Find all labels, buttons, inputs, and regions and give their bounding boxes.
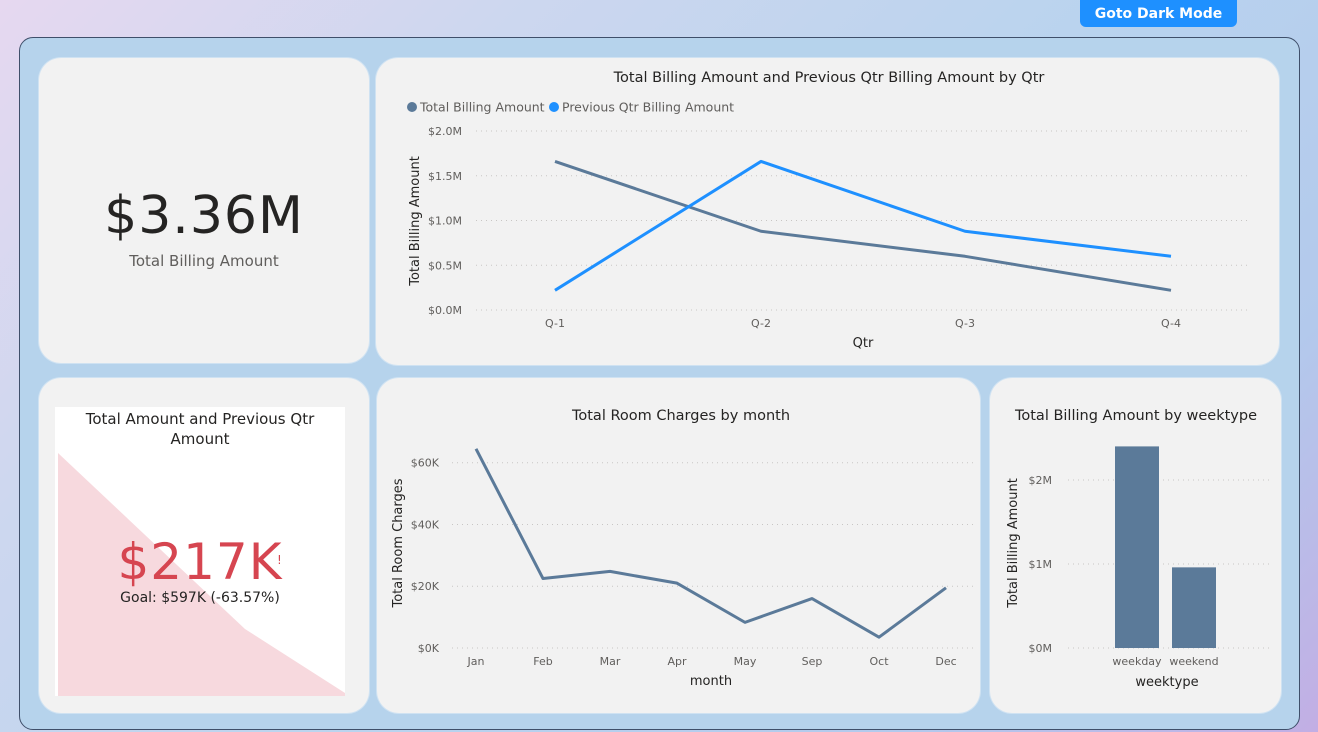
series-line (474, 448, 947, 639)
x-tick-label: Dec (935, 655, 956, 668)
chart-title: Total Room Charges by month (571, 408, 790, 424)
y-tick-label: $0M (1029, 642, 1053, 655)
x-tick-label: Mar (600, 655, 621, 668)
y-axis-title: Total Billing Amount (408, 156, 423, 287)
x-axis-title: month (690, 674, 732, 689)
kpi-goal-card[interactable]: Total Amount and Previous Qtr Amount $21… (39, 378, 369, 713)
y-tick-label: $40K (411, 518, 440, 531)
legend-label: Total Billing Amount (419, 100, 545, 115)
y-tick-label: $60K (411, 457, 440, 470)
y-tick-label: $2.0M (428, 125, 462, 138)
y-tick-label: $2M (1029, 474, 1053, 487)
x-tick-label: May (734, 655, 757, 668)
x-tick-label: Q-2 (751, 317, 771, 330)
bar (1172, 567, 1216, 648)
x-tick-label: Oct (869, 655, 889, 668)
series-line (554, 159, 1172, 292)
dark-mode-button[interactable]: Goto Dark Mode (1080, 0, 1237, 27)
x-tick-label: Apr (667, 655, 687, 668)
billing-by-weektype-card[interactable]: Total Billing Amount by weektype $0M $1M $2… (990, 378, 1281, 713)
kpi-total-card[interactable]: $3.36M Total Billing Amount (39, 58, 369, 363)
billing-by-qtr-card[interactable]: Total Billing Amount and Previous Qtr Bi… (376, 58, 1279, 365)
x-tick-label: Q-1 (545, 317, 565, 330)
kpi-goal-panel: Total Amount and Previous Qtr Amount $21… (55, 407, 345, 696)
legend-marker (549, 102, 559, 112)
y-tick-label: $0K (418, 642, 440, 655)
x-tick-label: Jan (467, 655, 485, 668)
chart-title: Total Billing Amount by weektype (1014, 408, 1257, 424)
billing-by-weektype-chart[interactable]: Total Billing Amount by weektype $0M $1M $2… (990, 378, 1281, 713)
kpi-goal-value: $217K (117, 533, 283, 591)
x-tick-label: Q-4 (1161, 317, 1181, 330)
y-tick-label: $1.0M (428, 215, 462, 228)
kpi-total-label: Total Billing Amount (129, 252, 279, 270)
kpi-goal-title: Total Amount and Previous Qtr Amount (85, 410, 315, 448)
room-by-month-card[interactable]: Total Room Charges by month $0K $20K $40K $6… (377, 378, 980, 713)
kpi-goal-text: Goal: $597K (-63.57%) (120, 590, 280, 606)
chart-title: Total Billing Amount and Previous Qtr Bi… (613, 70, 1045, 86)
y-tick-label: $0.5M (428, 259, 462, 272)
y-tick-label: $1M (1029, 558, 1053, 571)
x-tick-label: weekday (1112, 655, 1162, 668)
y-tick-label: $0.0M (428, 304, 462, 317)
series-line (554, 160, 1172, 292)
legend-label: Previous Qtr Billing Amount (562, 100, 734, 115)
billing-by-qtr-chart[interactable]: Total Billing Amount and Previous Qtr Bi… (376, 58, 1279, 365)
bar (1115, 446, 1159, 648)
x-tick-label: Feb (533, 655, 552, 668)
y-tick-label: $20K (411, 580, 440, 593)
x-tick-label: weekend (1169, 655, 1218, 668)
kpi-total-value: $3.36M (104, 186, 304, 246)
x-axis-title: Qtr (853, 336, 874, 351)
x-tick-label: Q-3 (955, 317, 975, 330)
y-axis-title: Total Room Charges (391, 478, 406, 608)
legend-marker (407, 102, 417, 112)
x-tick-label: Sep (802, 655, 823, 668)
room-by-month-chart[interactable]: Total Room Charges by month $0K $20K $40K $6… (377, 378, 980, 713)
y-tick-label: $1.5M (428, 170, 462, 183)
y-axis-title: Total Billing Amount (1006, 478, 1021, 609)
kpi-goal-alert-icon: ! (277, 553, 282, 567)
x-axis-title: weektype (1135, 675, 1198, 690)
